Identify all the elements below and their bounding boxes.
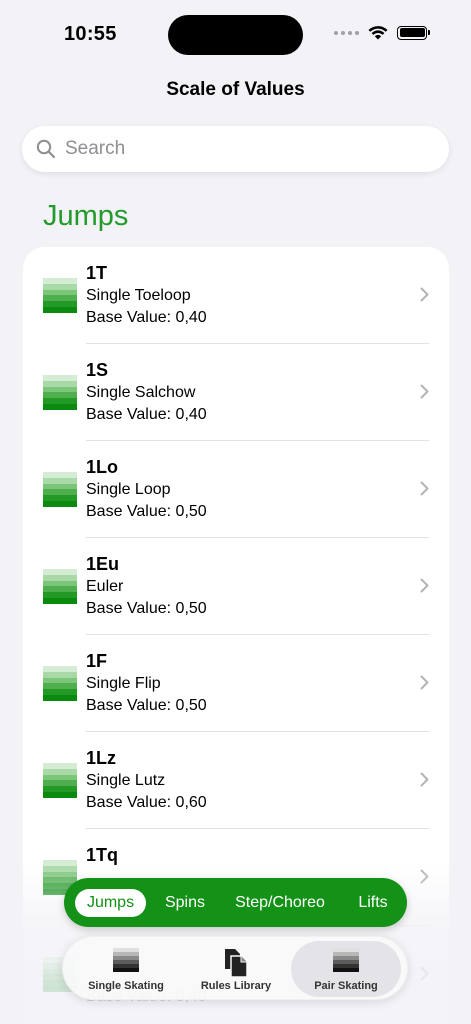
element-name: Single Loop xyxy=(86,481,171,498)
search-input[interactable] xyxy=(65,138,425,160)
wifi-icon xyxy=(368,26,388,40)
list-item[interactable]: 1Lo Single Loop Base Value: 0,50 xyxy=(23,441,449,538)
element-code: 1T xyxy=(86,263,108,283)
element-name: Single Lutz xyxy=(86,772,166,789)
category-spins[interactable]: Spins xyxy=(154,889,216,917)
tab-label: Rules Library xyxy=(200,980,272,992)
element-base-value: Base Value: 0,40 xyxy=(86,406,207,423)
element-code: 1Lz xyxy=(86,748,117,768)
skate-gradient-icon xyxy=(43,763,77,798)
element-code: 1F xyxy=(86,651,108,671)
chevron-right-icon xyxy=(420,966,429,981)
element-base-value: Base Value: 0,60 xyxy=(86,794,207,811)
screen: 10:55 Scale of Values Jumps 1T Single To… xyxy=(0,0,471,1024)
status-icons xyxy=(334,25,430,40)
cellular-signal-icon xyxy=(334,30,359,35)
search-icon xyxy=(36,139,56,159)
element-code: 1Tq xyxy=(86,845,119,865)
tab-single-skating[interactable]: Single Skating xyxy=(71,941,181,997)
element-base-value: Base Value: 0,40 xyxy=(86,309,207,326)
list-item[interactable]: 1T Single Toeloop Base Value: 0,40 xyxy=(23,247,449,344)
skate-gradient-icon xyxy=(333,948,359,977)
element-name: Single Flip xyxy=(86,675,161,692)
element-name: Euler xyxy=(86,578,124,595)
element-name: Single Toeloop xyxy=(86,287,191,304)
chevron-right-icon xyxy=(420,481,429,496)
skate-gradient-icon xyxy=(113,948,139,977)
element-name: Single Salchow xyxy=(86,384,196,401)
skate-gradient-icon xyxy=(43,666,77,701)
skate-gradient-icon xyxy=(43,278,77,313)
category-step-choreo[interactable]: Step/Choreo xyxy=(224,889,336,917)
chevron-right-icon xyxy=(420,578,429,593)
element-code: 1S xyxy=(86,360,109,380)
page-title: Scale of Values xyxy=(166,79,305,100)
chevron-right-icon xyxy=(420,675,429,690)
status-time: 10:55 xyxy=(64,23,117,45)
section-title: Jumps xyxy=(43,200,129,232)
list-item[interactable]: 1Lz Single Lutz Base Value: 0,60 xyxy=(23,732,449,829)
element-code: 1Eu xyxy=(86,554,120,574)
list-item[interactable]: 1S Single Salchow Base Value: 0,40 xyxy=(23,344,449,441)
element-base-value: Base Value: 0,50 xyxy=(86,600,207,617)
chevron-right-icon xyxy=(420,772,429,787)
element-base-value: Base Value: 0,50 xyxy=(86,503,207,520)
element-code: 1Lo xyxy=(86,457,119,477)
category-jumps[interactable]: Jumps xyxy=(75,889,146,917)
list-item[interactable]: 1F Single Flip Base Value: 0,50 xyxy=(23,635,449,732)
skate-gradient-icon xyxy=(43,375,77,410)
chevron-right-icon xyxy=(420,869,429,884)
status-bar: 10:55 xyxy=(0,0,471,70)
battery-icon xyxy=(397,25,430,40)
search-bar[interactable] xyxy=(22,126,449,172)
tab-rules-library[interactable]: Rules Library xyxy=(181,941,291,997)
element-base-value: Base Value: 0,50 xyxy=(86,697,207,714)
tab-label: Pair Skating xyxy=(314,980,378,992)
category-lifts[interactable]: Lifts xyxy=(344,889,402,917)
documents-icon xyxy=(223,948,249,983)
tab-bar: Single Skating Rules Library Pair Skatin… xyxy=(62,936,408,1000)
category-picker: Jumps Spins Step/Choreo Lifts xyxy=(64,878,407,927)
skate-gradient-icon xyxy=(43,569,77,604)
dynamic-island xyxy=(168,15,303,55)
tab-label: Single Skating xyxy=(88,980,164,992)
skate-gradient-icon xyxy=(43,472,77,507)
list-item[interactable]: 1Eu Euler Base Value: 0,50 xyxy=(23,538,449,635)
tab-pair-skating[interactable]: Pair Skating xyxy=(291,941,401,997)
chevron-right-icon xyxy=(420,287,429,302)
chevron-right-icon xyxy=(420,384,429,399)
